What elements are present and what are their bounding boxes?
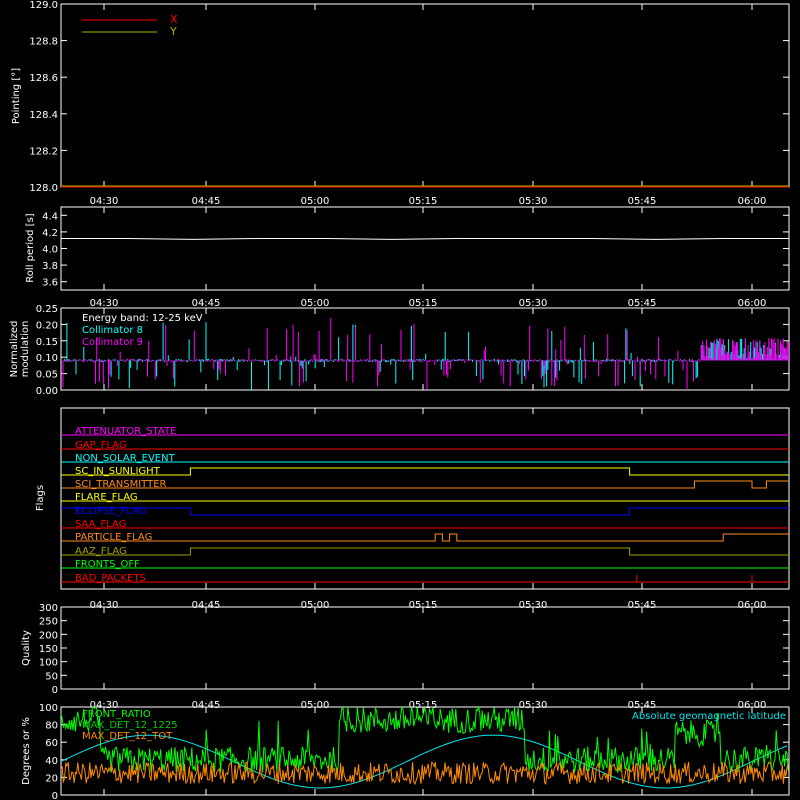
roll-period-xtick-label: 05:00 (301, 298, 330, 309)
quality-ytick-label: 300 (39, 603, 58, 614)
flag-label-gap-flag: GAP_FLAG (75, 440, 127, 451)
geomag-latitude-legend: Absolute geomagnetic latitude (632, 711, 786, 722)
flag-line-aaz-flag (61, 547, 789, 556)
pointing-xtick-label: 04:45 (192, 196, 221, 207)
flag-line-eclipse-flag (61, 507, 789, 516)
flag-label-flare-flag: FLARE_FLAG (75, 492, 138, 503)
hessi-observing-summary: Pointing [°] Roll period [s] Normalized … (0, 0, 800, 800)
ratio-ytick-label: 40 (45, 756, 58, 767)
quality-ytick-label: 0 (52, 685, 58, 696)
flag-label-fronts-off: FRONTS_OFF (75, 559, 140, 570)
flag-label-saa-flag: SAA_FLAG (75, 519, 126, 530)
quality-ytick-label: 200 (39, 630, 58, 641)
modulation-ytick-label: 0.25 (36, 304, 58, 315)
flag-label-bad-packets: BAD_PACKETS (75, 573, 146, 584)
pointing-ylabel: Pointing [°] (11, 68, 22, 124)
quality-ytick-label: 100 (39, 658, 58, 669)
flag-label-sc-in-sunlight: SC_IN_SUNLIGHT (75, 466, 161, 477)
modulation-ylabel-line2: modulation (20, 321, 31, 378)
quality-ytick-label: 150 (39, 644, 58, 655)
modulation-ytick-label: 0.20 (36, 320, 58, 331)
modulation-ytick-label: 0.05 (36, 370, 58, 381)
ratio-ytick-label: 80 (45, 721, 58, 732)
modulation-ytick-label: 0.00 (36, 386, 58, 397)
collimator-9-legend: Collimator 9 (82, 337, 143, 348)
modulation-ylabel-line1: Normalized (9, 321, 20, 378)
roll-period-xtick-label: 06:00 (738, 298, 767, 309)
pointing-xtick-label: 05:30 (519, 196, 548, 207)
pointing-xtick-label: 05:00 (301, 196, 330, 207)
ratio-ytick-label: 100 (39, 703, 58, 714)
pointing-legend-y-label: Y (169, 25, 177, 38)
max-det-tot-series (60, 760, 789, 786)
roll-period-ytick-label: 4.0 (42, 245, 58, 256)
pointing-ytick-label: 129.0 (29, 0, 58, 11)
flag-label-non-solar-event: NON_SOLAR_EVENT (75, 453, 176, 464)
flag-line-bad-packets (61, 575, 789, 583)
max-det-1225-legend: MAX_DET_12_1225 (82, 720, 178, 731)
quality-panel-frame (60, 606, 790, 690)
energy-band-annotation: Energy band: 12-25 keV (82, 313, 203, 324)
ratio-ytick-label: 60 (45, 738, 58, 749)
pointing-ytick-label: 128.2 (29, 146, 58, 157)
ratio-ylabel: Degrees or % (21, 717, 32, 785)
pointing-xtick-label: 05:45 (628, 196, 657, 207)
flag-line-sc-in-sunlight (61, 467, 789, 476)
flag-label-aaz-flag: AAZ_FLAG (75, 546, 127, 557)
pointing-xtick-label: 04:30 (90, 196, 119, 207)
flag-label-particle-flag: PARTICLE_FLAG (75, 532, 152, 543)
roll-period-xtick-label: 05:30 (519, 298, 548, 309)
modulation-ytick-label: 0.10 (36, 353, 58, 364)
pointing-xtick-label: 06:00 (738, 196, 767, 207)
roll-period-xtick-label: 04:30 (90, 298, 119, 309)
quality-ytick-label: 250 (39, 617, 58, 628)
roll-period-series (61, 238, 789, 240)
roll-period-xtick-label: 05:15 (409, 298, 438, 309)
roll-period-xtick-label: 05:45 (628, 298, 657, 309)
pointing-xtick-label: 05:15 (409, 196, 438, 207)
quality-ytick-label: 50 (45, 671, 58, 682)
front-ratio-legend: FRONT_RATIO (82, 709, 151, 720)
pointing-ytick-label: 128.6 (29, 73, 58, 84)
flags-ylabel: Flags (35, 485, 46, 511)
roll-period-ytick-label: 4.2 (42, 228, 58, 239)
flag-line-particle-flag (61, 533, 789, 542)
max-det-tot-legend: MAX_DET_12_TOT (82, 731, 173, 742)
ratio-ytick-label: 20 (45, 773, 58, 784)
roll-period-panel-frame (60, 206, 790, 291)
roll-period-ytick-label: 4.4 (42, 211, 58, 222)
roll-period-ytick-label: 3.8 (42, 261, 58, 272)
modulation-ytick-label: 0.15 (36, 337, 58, 348)
ratio-ytick-label: 0 (52, 791, 58, 800)
flag-label-attenuator-state: ATTENUATOR_STATE (75, 426, 176, 437)
collimator-8-legend: Collimator 8 (82, 325, 143, 336)
pointing-ytick-label: 128.0 (29, 183, 58, 194)
roll-period-ylabel: Roll period [s] (25, 213, 36, 282)
roll-period-xtick-label: 04:45 (192, 298, 221, 309)
plot-canvas: Pointing [°] Roll period [s] Normalized … (9, 0, 790, 800)
roll-period-ytick-label: 3.6 (42, 278, 58, 289)
quality-ylabel: Quality (21, 630, 32, 666)
pointing-ytick-label: 128.8 (29, 37, 58, 48)
pointing-ytick-label: 128.4 (29, 110, 58, 121)
flag-line-sci-transmitter (61, 480, 789, 489)
flag-label-sci-transmitter: SCI_TRANSMITTER (75, 479, 167, 490)
flag-label-eclipse-flag: ECLIPSE_FLAG (75, 506, 146, 517)
modulation-series-collimator-8 (62, 322, 789, 390)
